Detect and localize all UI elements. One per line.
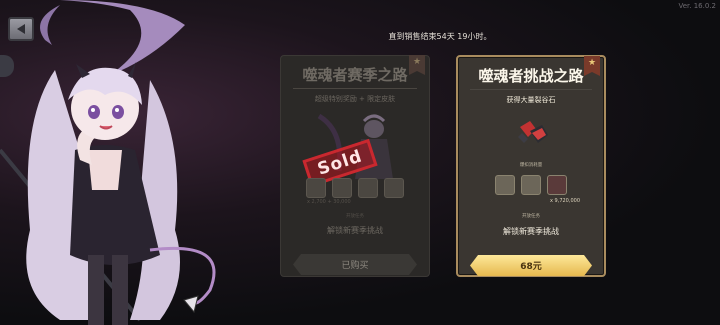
card-title: 噬魂者挑战之路 [478,67,584,85]
card-subtitle: 获得大量裂谷石 [506,96,556,104]
character-portrait-item [521,175,541,195]
unlock-text: 解锁新赛季挑战 [503,227,559,236]
season-pass-card-left[interactable]: ★ 噬魂者赛季之路 超级特别奖励 + 限定皮肤 Sold x 2,700 + 3… [280,55,430,277]
mission-label: 开放任务 [346,214,364,219]
rift-stone-item [547,175,567,195]
item-type-label: 爆扣消耗量 [519,163,543,168]
mission-label: 开放任务 [522,214,540,219]
reward-amount: x 9,720,000 [550,198,580,204]
reward-items-row [281,178,429,198]
character-portrait-item [495,175,515,195]
reward-items-row [458,175,604,195]
character-illustration [0,0,216,325]
rift-stone-icon [518,121,548,143]
reward-item [384,178,404,198]
sale-timer: 直到销售结束54天 19小时。 [388,32,492,41]
buy-price-button[interactable]: 68元 [470,255,592,276]
reward-item [332,178,352,198]
reward-amount: x 2,700 + 30,000 [307,199,351,205]
reward-item [358,178,378,198]
version-label: Ver. 16.0.2 [678,2,716,10]
card-title: 噬魂者赛季之路 [302,66,408,84]
reward-item [306,178,326,198]
purchased-button[interactable]: 已购买 [293,254,417,275]
divider [470,89,592,90]
challenge-pass-card-right[interactable]: ★ 噬魂者挑战之路 获得大量裂谷石 爆扣消耗量 x 9,720,000 开放任务… [456,55,606,277]
unlock-text: 解锁新赛季挑战 [327,226,383,235]
divider [293,88,417,89]
card-subtitle: 超级特别奖励 + 限定皮肤 [314,95,396,103]
